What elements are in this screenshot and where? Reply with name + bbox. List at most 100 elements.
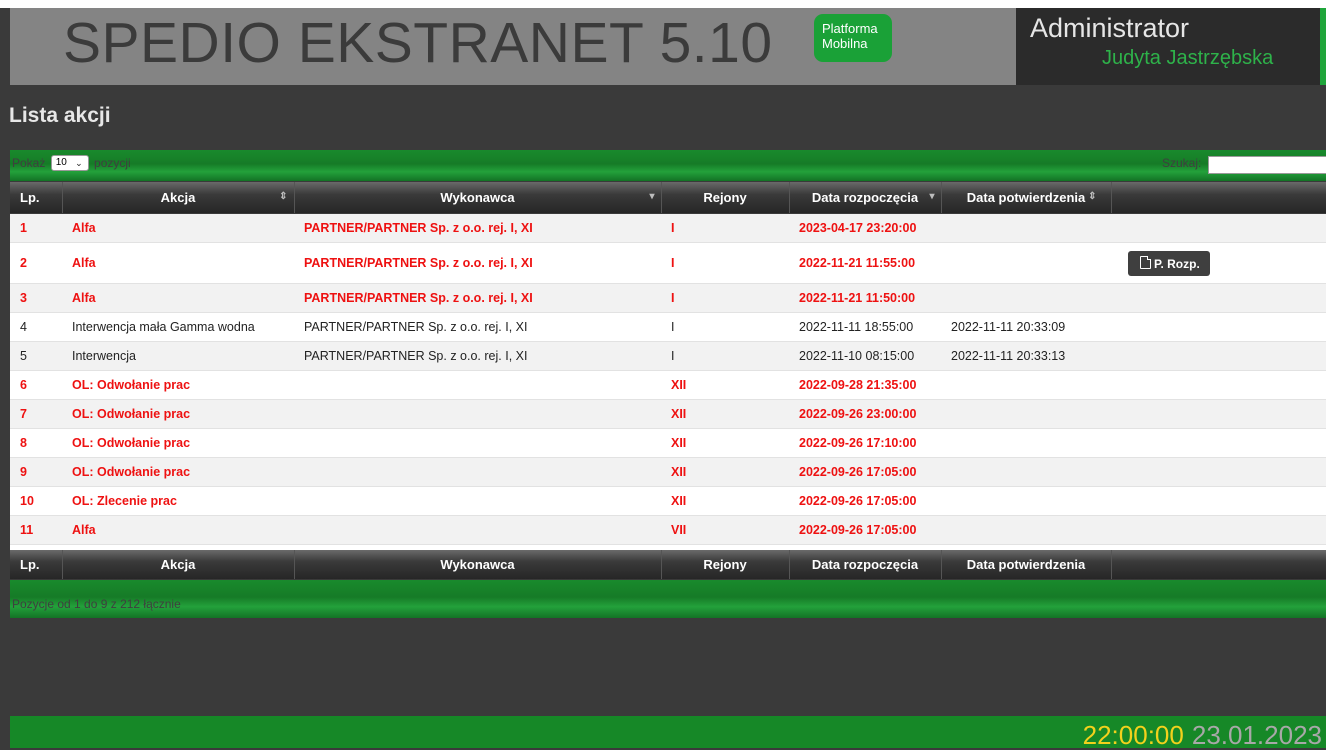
cell-actions (1111, 312, 1326, 342)
col-header-wykonawca[interactable]: Wykonawca ▾ (294, 182, 662, 213)
table-row[interactable]: 5 Interwencja PARTNER/PARTNER Sp. z o.o. r… (10, 341, 1326, 371)
table-toolbar (10, 150, 1326, 181)
app-title: SPEDIO EKSTRANET 5.10 (63, 11, 773, 75)
cell-rejony: XII (661, 428, 789, 458)
table-row[interactable]: 1 Alfa PARTNER/PARTNER Sp. z o.o. rej. I, … (10, 214, 1326, 243)
cell-wykonawca (294, 428, 661, 458)
cell-akcja: OL: Odwołanie prac (62, 399, 294, 429)
table-row[interactable]: 8 OL: Odwołanie prac XII 2022-09-26 17:10:0… (10, 428, 1326, 458)
cell-lp: 6 (10, 370, 62, 400)
col-header-lp[interactable]: Lp. (10, 182, 63, 213)
cell-actions: P. Rozp. (1111, 242, 1326, 284)
cell-lp: 9 (10, 457, 62, 487)
table-info-bar (10, 580, 1326, 618)
foot-header-rejony: Rejony (661, 550, 790, 579)
table-row[interactable]: 4 Interwencja mała Gamma wodna PARTNER/PAR… (10, 312, 1326, 342)
cell-akcja: Alfa (62, 515, 294, 545)
table-header: Lp. Akcja ⇕ Wykonawca ▾ Rejony Data rozpoc… (10, 182, 1326, 213)
cell-wykonawca (294, 486, 661, 516)
cell-akcja: OL: Odwołanie prac (62, 428, 294, 458)
cell-lp: 7 (10, 399, 62, 429)
right-accent (1320, 8, 1326, 85)
cell-rejony: I (661, 312, 789, 342)
actions-table: 1 Alfa PARTNER/PARTNER Sp. z o.o. rej. I, … (10, 214, 1326, 550)
cell-lp: 10 (10, 486, 62, 516)
cell-data-rozpoczecia: 2022-09-26 23:00:00 (789, 399, 941, 429)
cell-akcja: Alfa (62, 214, 294, 243)
cell-akcja: Alfa (62, 242, 294, 284)
cell-data-potwierdzenia (941, 370, 1111, 400)
cell-data-potwierdzenia (941, 214, 1111, 243)
platform-mobile-button[interactable]: Platforma Mobilna (814, 14, 892, 62)
cell-lp: 11 (10, 515, 62, 545)
cell-rejony: VII (661, 515, 789, 545)
page-length-value: 10 (55, 157, 67, 168)
foot-header-data-potwierdzenia: Data potwierdzenia (941, 550, 1112, 579)
cell-akcja: OL: Odwołanie prac (62, 457, 294, 487)
cell-wykonawca: PARTNER/PARTNER Sp. z o.o. rej. I, XI (294, 214, 661, 243)
cell-actions (1111, 457, 1326, 487)
cell-wykonawca (294, 457, 661, 487)
col-header-wykonawca-label: Wykonawca (440, 190, 515, 205)
table-row[interactable]: 2 Alfa PARTNER/PARTNER Sp. z o.o. rej. I, … (10, 242, 1326, 284)
col-header-data-potwierdzenia[interactable]: Data potwierdzenia ⇕ (941, 182, 1112, 213)
foot-header-lp: Lp. (10, 550, 63, 579)
user-role: Administrator (1030, 13, 1190, 43)
cell-data-potwierdzenia (941, 283, 1111, 313)
cell-data-potwierdzenia (941, 428, 1111, 458)
cell-actions (1111, 428, 1326, 458)
cell-akcja: OL: Odwołanie prac (62, 370, 294, 400)
search-input[interactable] (1208, 156, 1326, 174)
cell-rejony: XII (661, 486, 789, 516)
sort-down-icon: ▾ (929, 191, 935, 202)
cell-wykonawca: PARTNER/PARTNER Sp. z o.o. rej. I, XI (294, 341, 661, 371)
cell-data-rozpoczecia: 2022-11-21 11:50:00 (789, 283, 941, 313)
table-scroll-area[interactable]: 1 Alfa PARTNER/PARTNER Sp. z o.o. rej. I, … (10, 214, 1326, 550)
search-label: Szukaj: (1162, 156, 1202, 170)
cell-data-rozpoczecia: 2023-04-17 23:20:00 (789, 214, 941, 243)
table-row[interactable]: 6 OL: Odwołanie prac XII 2022-09-28 21:35:0… (10, 370, 1326, 400)
col-header-rejony[interactable]: Rejony (661, 182, 790, 213)
cell-wykonawca (294, 370, 661, 400)
cell-data-potwierdzenia (941, 399, 1111, 429)
cell-wykonawca: PARTNER/PARTNER Sp. z o.o. rej. I, XI (294, 283, 661, 313)
cell-akcja: Interwencja (62, 341, 294, 371)
cell-rejony: I (661, 214, 789, 243)
table-row[interactable]: 9 OL: Odwołanie prac XII 2022-09-26 17:05:0… (10, 457, 1326, 487)
cell-actions (1111, 486, 1326, 516)
page-length-select[interactable]: 10 ⌄ (50, 155, 89, 171)
cell-akcja: Interwencja mała Gamma wodna (62, 312, 294, 342)
cell-data-potwierdzenia: 2022-11-11 20:33:09 (941, 312, 1111, 342)
page-length-prefix: Pokaż (12, 156, 46, 170)
table-row[interactable]: 11 Alfa VII 2022-09-26 17:05:00 (10, 515, 1326, 545)
sort-icon: ⇕ (279, 191, 288, 202)
pdf-report-button[interactable]: P. Rozp. (1128, 250, 1210, 276)
table-row[interactable]: 7 OL: Odwołanie prac XII 2022-09-26 23:00:0… (10, 399, 1326, 429)
cell-lp: 8 (10, 428, 62, 458)
page-length-control: Pokaż 10 ⌄ pozycji (12, 155, 131, 171)
sort-down-icon: ▾ (649, 191, 655, 202)
sort-icon: ⇕ (1088, 191, 1097, 202)
cell-akcja: OL: Zlecenie prac (62, 486, 294, 516)
col-header-data-rozpoczecia[interactable]: Data rozpoczęcia ▾ (789, 182, 942, 213)
user-name[interactable]: Judyta Jastrzębska (1102, 47, 1273, 70)
col-header-akcja[interactable]: Akcja ⇕ (62, 182, 295, 213)
chevron-down-icon: ⌄ (75, 158, 83, 168)
top-strip (0, 0, 1326, 8)
cell-wykonawca (294, 515, 661, 545)
table-info: Pozycje od 1 do 9 z 212 łącznie (12, 597, 181, 611)
cell-lp: 3 (10, 283, 62, 313)
cell-wykonawca (294, 399, 661, 429)
cell-actions (1111, 283, 1326, 313)
cell-actions (1111, 515, 1326, 545)
table-row[interactable]: 3 Alfa PARTNER/PARTNER Sp. z o.o. rej. I, … (10, 283, 1326, 313)
cell-data-rozpoczecia: 2022-11-11 18:55:00 (789, 312, 941, 342)
cell-data-rozpoczecia: 2022-09-26 17:05:00 (789, 515, 941, 545)
foot-header-wykonawca: Wykonawca (294, 550, 662, 579)
cell-data-potwierdzenia (941, 486, 1111, 516)
table-row[interactable]: 10 OL: Zlecenie prac XII 2022-09-26 17:05:0… (10, 486, 1326, 516)
page-title: Lista akcji (9, 104, 111, 127)
page-length-suffix: pozycji (94, 156, 131, 170)
cell-data-rozpoczecia: 2022-09-26 17:10:00 (789, 428, 941, 458)
cell-actions (1111, 214, 1326, 243)
